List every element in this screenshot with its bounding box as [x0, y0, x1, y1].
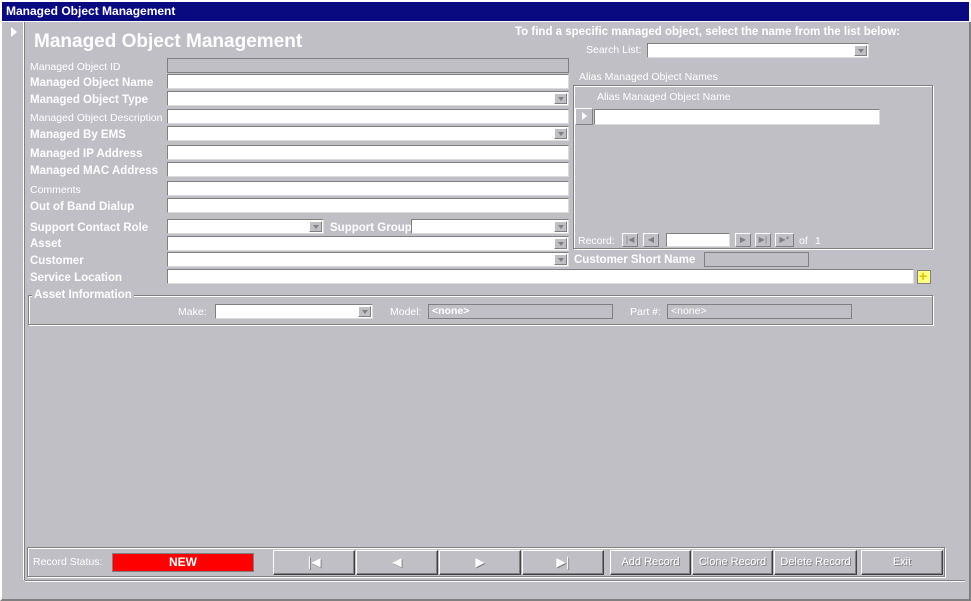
- first-record-icon: |◀: [307, 555, 321, 569]
- asset-combo[interactable]: [167, 236, 569, 251]
- alias-previous-record-button[interactable]: ◀: [643, 233, 659, 247]
- search-list-combo[interactable]: [647, 43, 869, 58]
- alias-column-header: Alias Managed Object Name: [597, 91, 731, 103]
- record-status-label: Record Status:: [33, 556, 103, 568]
- comments-label: Comments: [30, 184, 81, 196]
- object-name-label: Managed Object Name: [30, 77, 154, 89]
- object-type-dropdown-button[interactable]: [554, 93, 567, 104]
- alias-row-selector[interactable]: [575, 108, 593, 125]
- asset-information-title: Asset Information: [32, 289, 134, 301]
- object-description-label: Managed Object Description: [30, 112, 163, 124]
- chevron-down-icon: [558, 97, 564, 101]
- ip-address-label: Managed IP Address: [30, 148, 143, 160]
- out-of-band-dialup-label: Out of Band Dialup: [30, 201, 135, 213]
- form-title: Managed Object Management: [34, 31, 303, 52]
- support-contact-role-label: Support Contact Role: [30, 222, 149, 234]
- next-record-icon: ▶: [475, 555, 485, 569]
- service-location-field[interactable]: [167, 269, 914, 284]
- model-field: <none>: [428, 304, 613, 319]
- chevron-down-icon: [558, 242, 564, 246]
- chevron-down-icon: [858, 49, 864, 53]
- customer-short-name-label: Customer Short Name: [574, 254, 696, 266]
- object-type-combo[interactable]: [167, 91, 569, 106]
- support-contact-role-dropdown-button[interactable]: [309, 221, 322, 232]
- object-id-label: Managed Object ID: [30, 61, 121, 73]
- chevron-down-icon: [313, 225, 319, 229]
- part-number-field: <none>: [667, 304, 852, 319]
- mac-address-label: Managed MAC Address: [30, 165, 159, 177]
- customer-short-name-field: [704, 252, 809, 267]
- asset-dropdown-button[interactable]: [554, 238, 567, 249]
- last-record-icon: ▶|: [556, 555, 570, 569]
- chevron-down-icon: [362, 310, 368, 314]
- plus-icon: +: [919, 268, 928, 284]
- managed-by-ems-label: Managed By EMS: [30, 129, 126, 141]
- add-location-button[interactable]: +: [917, 268, 931, 284]
- asset-label: Asset: [30, 238, 62, 250]
- comments-field[interactable]: [167, 181, 569, 196]
- last-record-button[interactable]: ▶|: [522, 550, 604, 575]
- chevron-down-icon: [558, 258, 564, 262]
- model-label: Model:: [390, 306, 422, 318]
- alias-of-label: of: [799, 235, 808, 247]
- next-record-button[interactable]: ▶: [439, 550, 521, 575]
- managed-by-ems-combo[interactable]: [167, 126, 569, 141]
- make-combo[interactable]: [215, 304, 373, 319]
- delete-record-button[interactable]: Delete Record: [774, 550, 857, 575]
- add-record-button[interactable]: Add Record: [610, 550, 691, 575]
- record-selector[interactable]: [4, 22, 24, 580]
- current-row-arrow-icon: [582, 112, 587, 120]
- service-location-label: Service Location: [30, 272, 123, 284]
- alias-last-record-button[interactable]: ▶|: [755, 233, 771, 247]
- alias-record-label: Record:: [578, 235, 615, 247]
- object-description-field[interactable]: [167, 109, 569, 124]
- customer-combo[interactable]: [167, 252, 569, 267]
- chevron-down-icon: [558, 225, 564, 229]
- search-list-label: Search List:: [586, 44, 642, 56]
- ems-dropdown-button[interactable]: [554, 128, 567, 139]
- window-title: Managed Object Management: [2, 2, 969, 21]
- alias-name-field[interactable]: [594, 109, 880, 125]
- previous-record-icon: ◀: [392, 555, 402, 569]
- support-contact-role-combo[interactable]: [167, 219, 324, 234]
- bottom-divider: [25, 580, 965, 582]
- customer-label: Customer: [30, 255, 84, 267]
- first-record-button[interactable]: |◀: [273, 550, 355, 575]
- exit-button[interactable]: Exit: [861, 550, 943, 575]
- chevron-down-icon: [558, 132, 564, 136]
- alias-new-record-button[interactable]: ▶*: [775, 233, 794, 247]
- title-bar: Managed Object Management: [0, 0, 971, 22]
- part-number-label: Part #:: [630, 306, 661, 318]
- support-group-combo[interactable]: [411, 219, 569, 234]
- record-status-badge: NEW: [112, 553, 254, 572]
- ip-address-field[interactable]: [167, 145, 569, 160]
- alias-next-record-button[interactable]: ▶: [735, 233, 751, 247]
- make-label: Make:: [178, 306, 207, 318]
- alias-first-record-button[interactable]: |◀: [622, 233, 638, 247]
- support-group-label: Support Group: [330, 222, 412, 234]
- previous-record-button[interactable]: ◀: [356, 550, 438, 575]
- object-name-field[interactable]: [167, 74, 569, 89]
- search-list-dropdown-button[interactable]: [854, 45, 867, 56]
- customer-dropdown-button[interactable]: [554, 254, 567, 265]
- search-hint: To find a specific managed object, selec…: [515, 26, 901, 38]
- object-id-field: [167, 58, 569, 73]
- object-type-label: Managed Object Type: [30, 94, 149, 106]
- out-of-band-dialup-field[interactable]: [167, 198, 569, 213]
- clone-record-button[interactable]: Clone Record: [692, 550, 773, 575]
- alias-record-total: 1: [815, 235, 821, 247]
- make-dropdown-button[interactable]: [358, 306, 371, 317]
- mac-address-field[interactable]: [167, 162, 569, 177]
- current-record-arrow-icon: [11, 27, 17, 37]
- alias-subform-title: Alias Managed Object Names: [579, 71, 718, 83]
- support-group-dropdown-button[interactable]: [554, 221, 567, 232]
- alias-record-number-field[interactable]: [666, 233, 730, 247]
